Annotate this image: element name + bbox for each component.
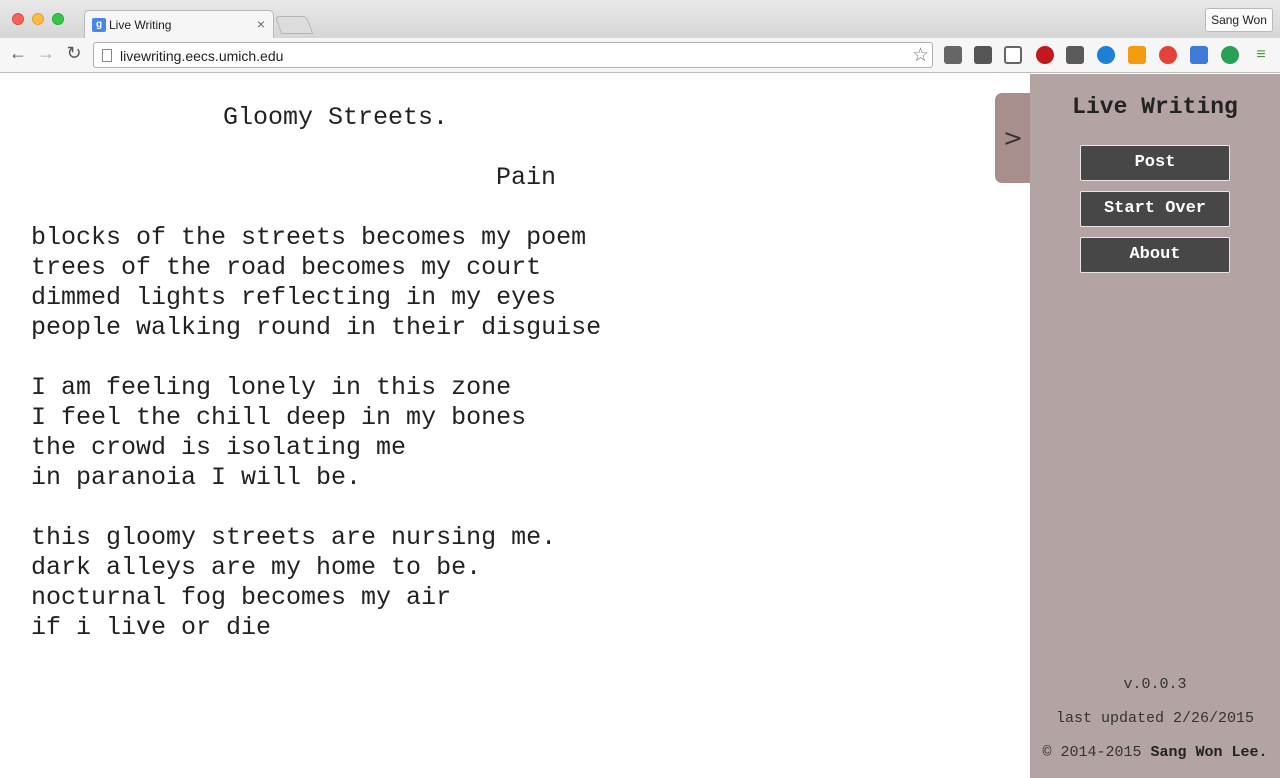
browser-titlebar: g Live Writing × Sang Won: [0, 0, 1280, 38]
bookmark-star-icon[interactable]: ☆: [912, 44, 929, 67]
id-extension-icon[interactable]: [1221, 46, 1239, 64]
author-name: Sang Won Lee.: [1150, 744, 1268, 761]
browser-toolbar: ← → ↻ livewriting.eecs.umich.edu ☆ ≡: [0, 38, 1280, 73]
sidebar: Live Writing Post Start Over About v.0.0…: [1030, 74, 1280, 778]
amazon-icon[interactable]: [1128, 46, 1146, 64]
poem-line: dark alleys are my home to be.: [31, 553, 482, 582]
poem-line: in paranoia I will be.: [31, 463, 362, 492]
google-favicon-icon: g: [92, 18, 106, 32]
evernote-icon[interactable]: [974, 46, 992, 64]
url-text[interactable]: livewriting.eecs.umich.edu: [120, 48, 283, 64]
poem-line: people walking round in their disguise: [31, 313, 602, 342]
poem-line: trees of the road becomes my court: [31, 253, 542, 282]
poem-line: dimmed lights reflecting in my eyes: [31, 283, 557, 312]
cast-icon[interactable]: [1004, 46, 1022, 64]
browser-tab[interactable]: g Live Writing ×: [84, 10, 274, 38]
poem-subtitle: Pain: [496, 163, 557, 192]
page-icon: [102, 49, 112, 62]
about-button[interactable]: About: [1080, 237, 1230, 273]
copyright-prefix: © 2014-2015: [1042, 744, 1151, 761]
start-over-button[interactable]: Start Over: [1080, 191, 1230, 227]
poem-line: blocks of the streets becomes my poem: [31, 223, 587, 252]
page: Gloomy Streets. Pain blocks of the stree…: [0, 74, 1280, 778]
poem-line: nocturnal fog becomes my air: [31, 583, 452, 612]
sidebar-toggle-button[interactable]: >: [995, 93, 1031, 183]
pocket-icon[interactable]: [1066, 46, 1084, 64]
poem-line: this gloomy streets are nursing me.: [31, 523, 557, 552]
minimize-window-button[interactable]: [32, 13, 44, 25]
profile-button[interactable]: Sang Won: [1205, 8, 1273, 32]
post-button[interactable]: Post: [1080, 145, 1230, 181]
back-arrow-icon[interactable]: ←: [7, 43, 29, 64]
copyright-text: © 2014-2015 Sang Won Lee.: [1030, 744, 1280, 761]
poem-line: if i live or die: [31, 613, 272, 642]
app-title: Live Writing: [1072, 94, 1238, 120]
poem-line: I am feeling lonely in this zone: [31, 373, 512, 402]
calendar-extension-icon[interactable]: [1190, 46, 1208, 64]
extension-pen-icon[interactable]: [944, 46, 962, 64]
globe-extension-icon[interactable]: [1097, 46, 1115, 64]
poem-line: I feel the chill deep in my bones: [31, 403, 527, 432]
poem-editor[interactable]: Gloomy Streets. Pain blocks of the stree…: [0, 74, 1030, 778]
menu-icon[interactable]: ≡: [1252, 46, 1270, 64]
close-window-button[interactable]: [12, 13, 24, 25]
zoom-window-button[interactable]: [52, 13, 64, 25]
tab-title: Live Writing: [109, 18, 172, 32]
adblock-icon[interactable]: [1036, 46, 1054, 64]
version-text: v.0.0.3: [1123, 676, 1187, 693]
poem-line: the crowd is isolating me: [31, 433, 407, 462]
tab-close-icon[interactable]: ×: [257, 16, 265, 32]
new-tab-button[interactable]: [274, 16, 314, 34]
asterisk-extension-icon[interactable]: [1159, 46, 1177, 64]
last-updated-text: last updated 2/26/2015: [1055, 710, 1255, 727]
reload-icon[interactable]: ↻: [63, 43, 85, 64]
poem-title: Gloomy Streets.: [223, 103, 449, 132]
forward-arrow-icon[interactable]: →: [35, 43, 57, 64]
address-bar[interactable]: livewriting.eecs.umich.edu ☆: [93, 42, 933, 68]
